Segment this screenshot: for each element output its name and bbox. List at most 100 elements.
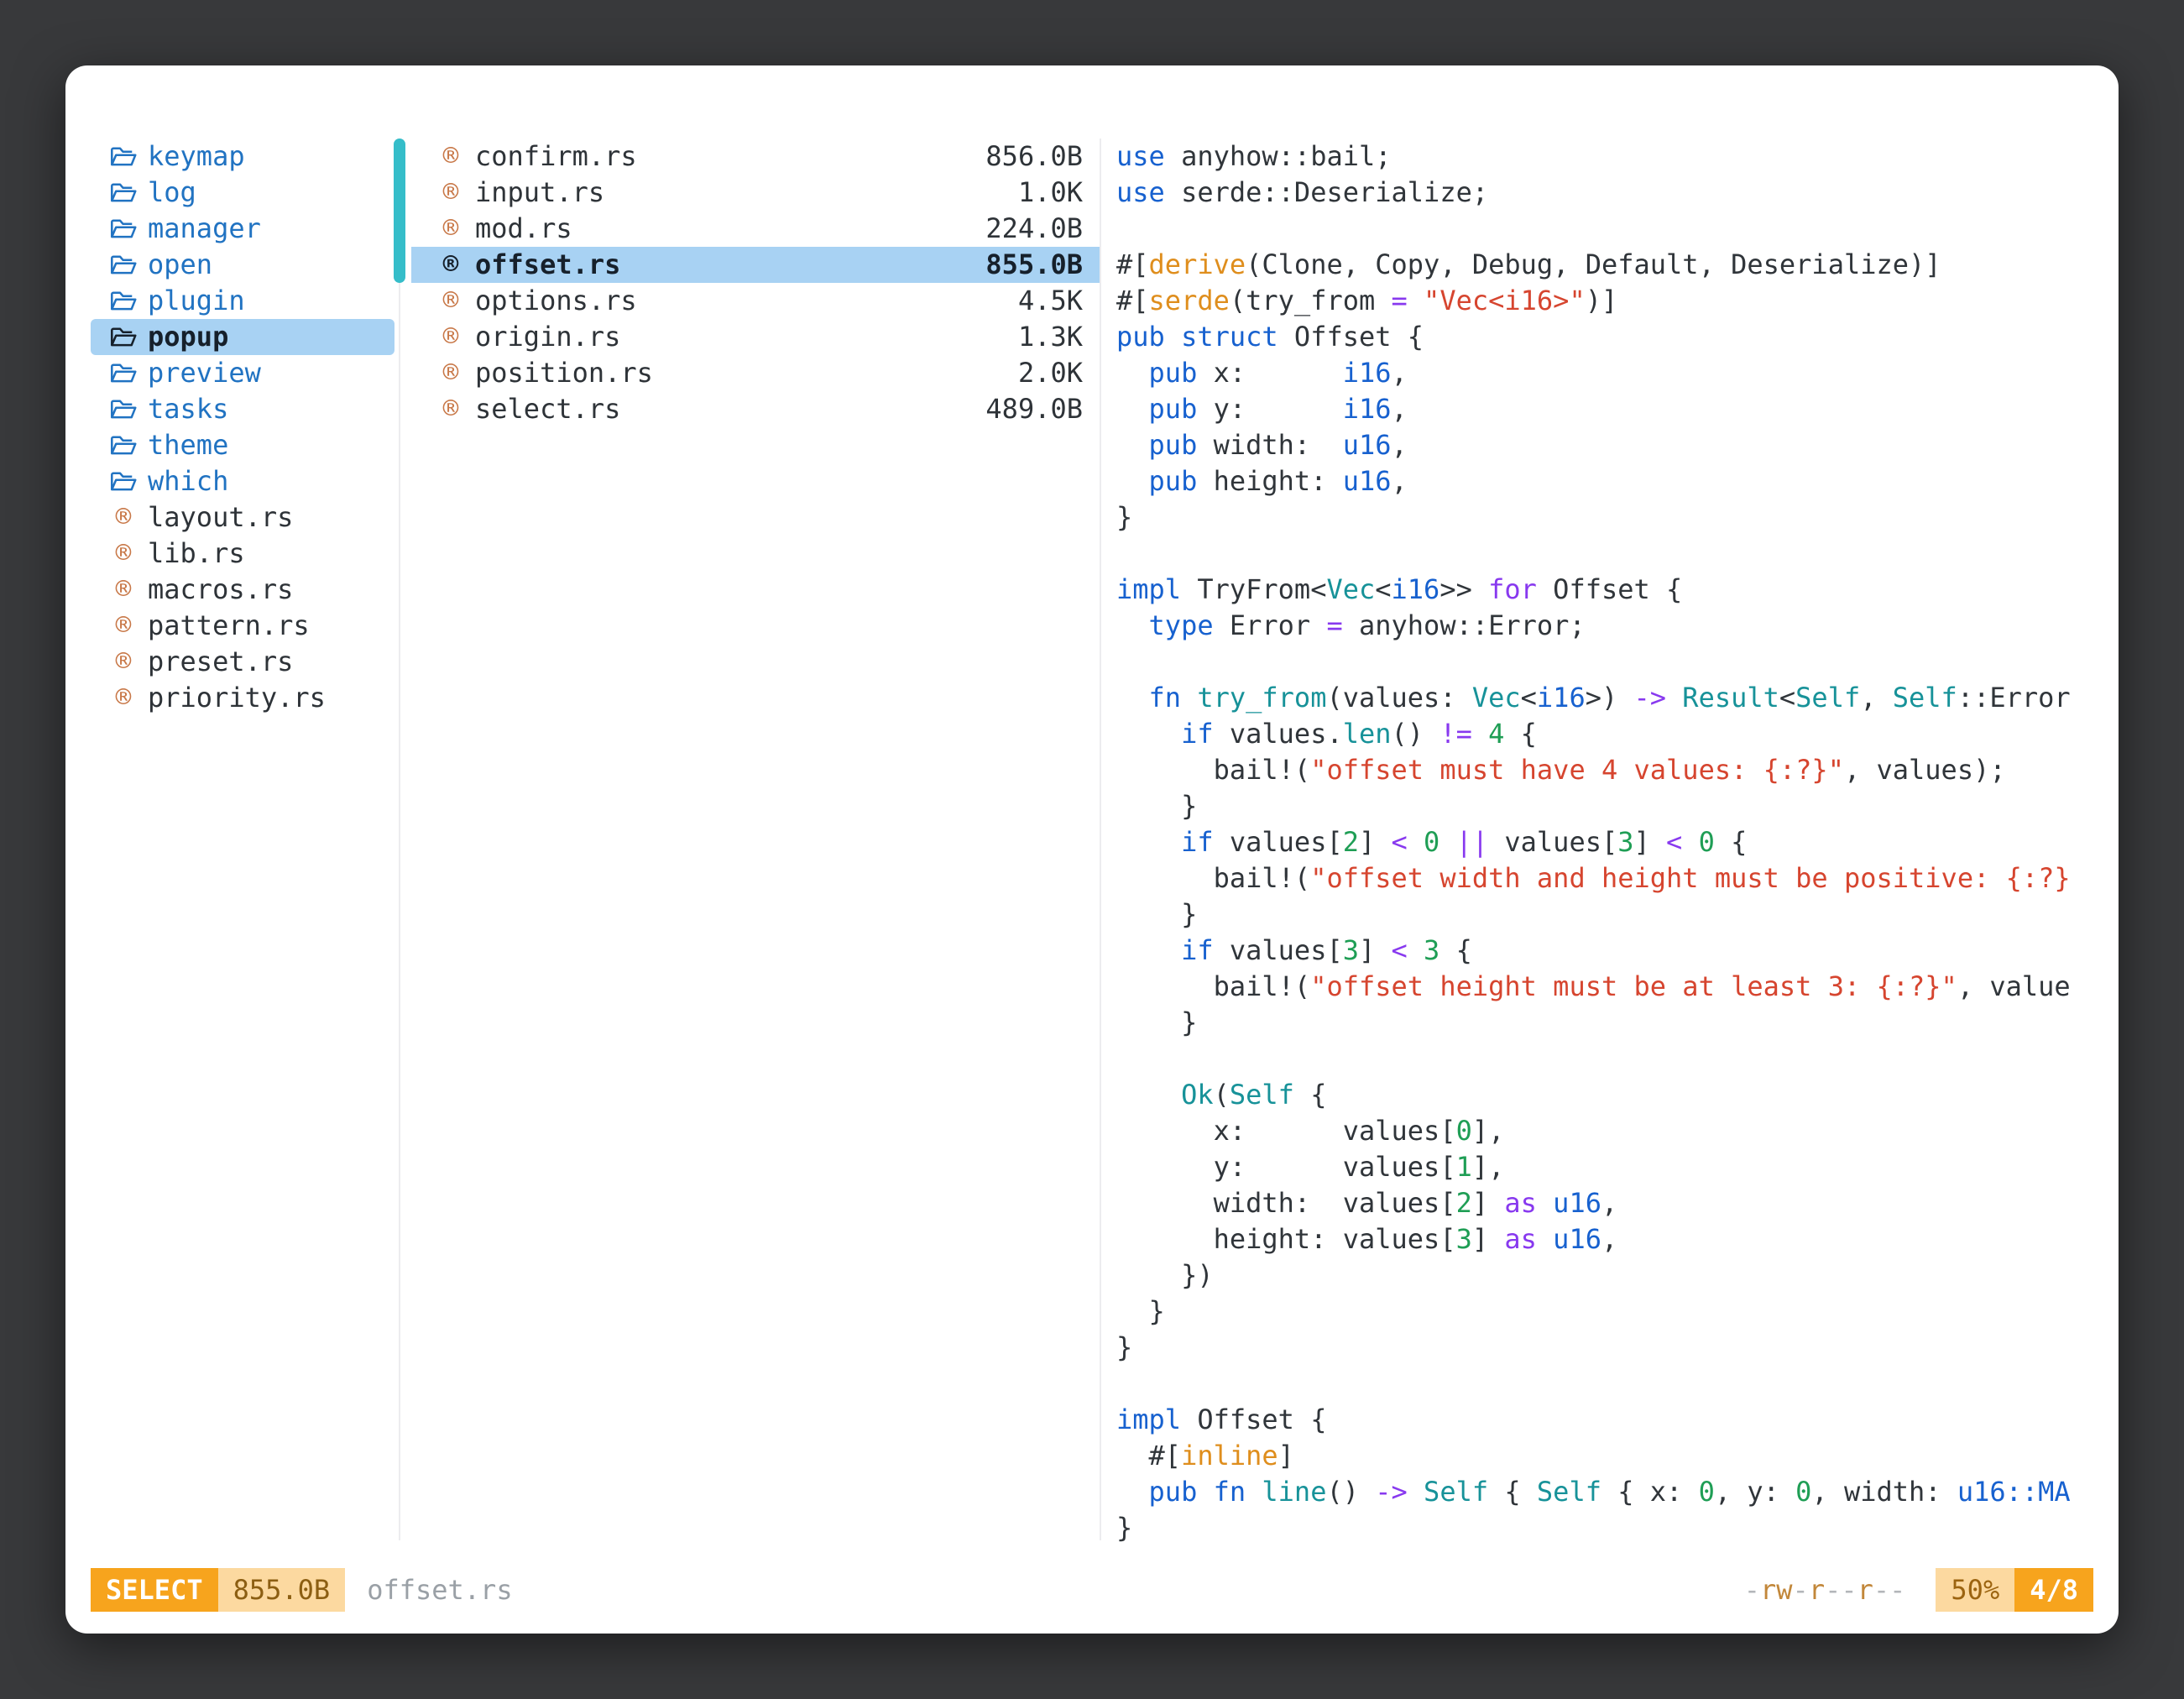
status-right-group: -rw-r--r-- 50% 4/8 bbox=[1744, 1568, 2093, 1612]
sidebar-item-tasks[interactable]: tasks bbox=[91, 391, 394, 427]
folder-icon bbox=[109, 431, 138, 460]
sidebar-item-lib-rs[interactable]: ®lib.rs bbox=[91, 536, 394, 572]
code-line: if values.len() != 4 { bbox=[1116, 716, 2112, 752]
file-row-offset-rs[interactable]: ® offset.rs 855.0B bbox=[411, 247, 1100, 283]
sidebar-item-priority-rs[interactable]: ® priority.rs bbox=[91, 680, 394, 716]
code-line: } bbox=[1116, 1510, 2112, 1546]
sidebar-item-label: pattern.rs bbox=[148, 608, 310, 644]
rust-file-icon: ® bbox=[109, 612, 138, 640]
code-line bbox=[1116, 1041, 2112, 1077]
code-line: x: values[0], bbox=[1116, 1113, 2112, 1149]
sidebar-item-plugin[interactable]: plugin bbox=[91, 283, 394, 319]
file-size: 1.3K bbox=[1018, 319, 1083, 355]
sidebar-item-theme[interactable]: theme bbox=[91, 427, 394, 463]
sidebar-item-macros-rs[interactable]: ® macros.rs bbox=[91, 572, 394, 608]
sidebar-item-open[interactable]: open bbox=[91, 247, 394, 283]
cursor-position-badge: 4/8 bbox=[2014, 1568, 2093, 1612]
file-size: 855.0B bbox=[985, 247, 1083, 283]
file-name: offset.rs bbox=[475, 247, 620, 283]
sidebar-item-label: popup bbox=[148, 319, 228, 355]
file-row-position-rs[interactable]: ® position.rs 2.0K bbox=[411, 355, 1100, 391]
sidebar-item-label: macros.rs bbox=[148, 572, 293, 608]
sidebar-item-label: tasks bbox=[148, 391, 228, 427]
preview-pane: use anyhow::bail;use serde::Deserialize;… bbox=[1116, 139, 2112, 1566]
code-line: } bbox=[1116, 1330, 2112, 1366]
file-size: 224.0B bbox=[985, 211, 1083, 247]
sidebar-item-popup[interactable]: popup bbox=[91, 319, 394, 355]
rust-file-icon: ® bbox=[436, 179, 465, 207]
sidebar-item-label: plugin bbox=[148, 283, 245, 319]
file-row-options-rs[interactable]: ®options.rs4.5K bbox=[411, 283, 1100, 319]
scrollbar-thumb[interactable] bbox=[394, 139, 405, 283]
rust-file-icon: ® bbox=[436, 251, 465, 280]
code-line: } bbox=[1116, 499, 2112, 536]
code-line: pub y: i16, bbox=[1116, 391, 2112, 427]
file-size: 489.0B bbox=[985, 391, 1083, 427]
file-name: position.rs bbox=[475, 355, 653, 391]
file-size: 2.0K bbox=[1018, 355, 1083, 391]
permissions: -rw-r--r-- bbox=[1744, 1574, 1906, 1606]
rust-file-icon: ® bbox=[109, 648, 138, 677]
scroll-percent-badge: 50% bbox=[1936, 1568, 2014, 1612]
sidebar-item-label: preview bbox=[148, 355, 261, 391]
current-pane: ®confirm.rs856.0B®input.rs1.0K®mod.rs224… bbox=[411, 139, 1100, 427]
pane-divider-right bbox=[1100, 139, 1101, 1540]
rust-file-icon: ® bbox=[436, 287, 465, 316]
folder-icon bbox=[109, 215, 138, 243]
file-size: 4.5K bbox=[1018, 283, 1083, 319]
sidebar-item-keymap[interactable]: keymap bbox=[91, 139, 394, 175]
folder-icon bbox=[109, 179, 138, 207]
file-name: select.rs bbox=[475, 391, 620, 427]
sidebar-item-which[interactable]: which bbox=[91, 463, 394, 499]
file-row-mod-rs[interactable]: ®mod.rs224.0B bbox=[411, 211, 1100, 247]
rust-file-icon: ® bbox=[109, 504, 138, 532]
code-line: } bbox=[1116, 1294, 2112, 1330]
code-line: type Error = anyhow::Error; bbox=[1116, 608, 2112, 644]
sidebar-item-pattern-rs[interactable]: ® pattern.rs bbox=[91, 608, 394, 644]
file-size: 856.0B bbox=[985, 139, 1083, 175]
sidebar-item-preset-rs[interactable]: ®preset.rs bbox=[91, 644, 394, 680]
sidebar-item-label: theme bbox=[148, 427, 228, 463]
file-row-confirm-rs[interactable]: ® confirm.rs 856.0B bbox=[411, 139, 1100, 175]
rust-file-icon: ® bbox=[109, 576, 138, 604]
code-line: fn try_from(values: Vec<i16>) -> Result<… bbox=[1116, 680, 2112, 716]
code-line bbox=[1116, 211, 2112, 247]
rust-file-icon: ® bbox=[436, 359, 465, 388]
file-name: confirm.rs bbox=[475, 139, 637, 175]
file-row-input-rs[interactable]: ®input.rs1.0K bbox=[411, 175, 1100, 211]
status-bar: SELECT 855.0B offset.rs -rw-r--r-- 50% 4… bbox=[91, 1568, 2093, 1612]
file-name: mod.rs bbox=[475, 211, 572, 247]
code-line: } bbox=[1116, 897, 2112, 933]
sidebar-item-log[interactable]: log bbox=[91, 175, 394, 211]
sidebar-item-label: priority.rs bbox=[148, 680, 326, 716]
sidebar-item-manager[interactable]: manager bbox=[91, 211, 394, 247]
code-line: #[inline] bbox=[1116, 1438, 2112, 1474]
rust-file-icon: ® bbox=[436, 143, 465, 171]
code-line: pub x: i16, bbox=[1116, 355, 2112, 391]
parent-pane: keymaplogmanageropenpluginpopuppreviewta… bbox=[91, 139, 394, 716]
sidebar-item-preview[interactable]: preview bbox=[91, 355, 394, 391]
code-line: } bbox=[1116, 788, 2112, 824]
code-line bbox=[1116, 644, 2112, 680]
folder-icon bbox=[109, 395, 138, 424]
code-line: impl TryFrom<Vec<i16>> for Offset { bbox=[1116, 572, 2112, 608]
code-line: pub height: u16, bbox=[1116, 463, 2112, 499]
sidebar-item-layout-rs[interactable]: ® layout.rs bbox=[91, 499, 394, 536]
file-row-select-rs[interactable]: ®select.rs489.0B bbox=[411, 391, 1100, 427]
sidebar-item-label: layout.rs bbox=[148, 499, 293, 536]
file-row-origin-rs[interactable]: ®origin.rs1.3K bbox=[411, 319, 1100, 355]
file-size: 1.0K bbox=[1018, 175, 1083, 211]
code-line: impl Offset { bbox=[1116, 1402, 2112, 1438]
pane-divider-left bbox=[399, 139, 400, 1540]
code-line bbox=[1116, 1366, 2112, 1402]
rust-file-icon: ® bbox=[109, 684, 138, 713]
code-line: Ok(Self { bbox=[1116, 1077, 2112, 1113]
code-line: width: values[2] as u16, bbox=[1116, 1185, 2112, 1221]
code-line: }) bbox=[1116, 1257, 2112, 1294]
code-line: use anyhow::bail; bbox=[1116, 139, 2112, 175]
code-line: #[serde(try_from = "Vec<i16>")] bbox=[1116, 283, 2112, 319]
mode-badge: SELECT bbox=[91, 1568, 218, 1612]
code-line: pub width: u16, bbox=[1116, 427, 2112, 463]
code-line: y: values[1], bbox=[1116, 1149, 2112, 1185]
folder-icon bbox=[109, 287, 138, 316]
